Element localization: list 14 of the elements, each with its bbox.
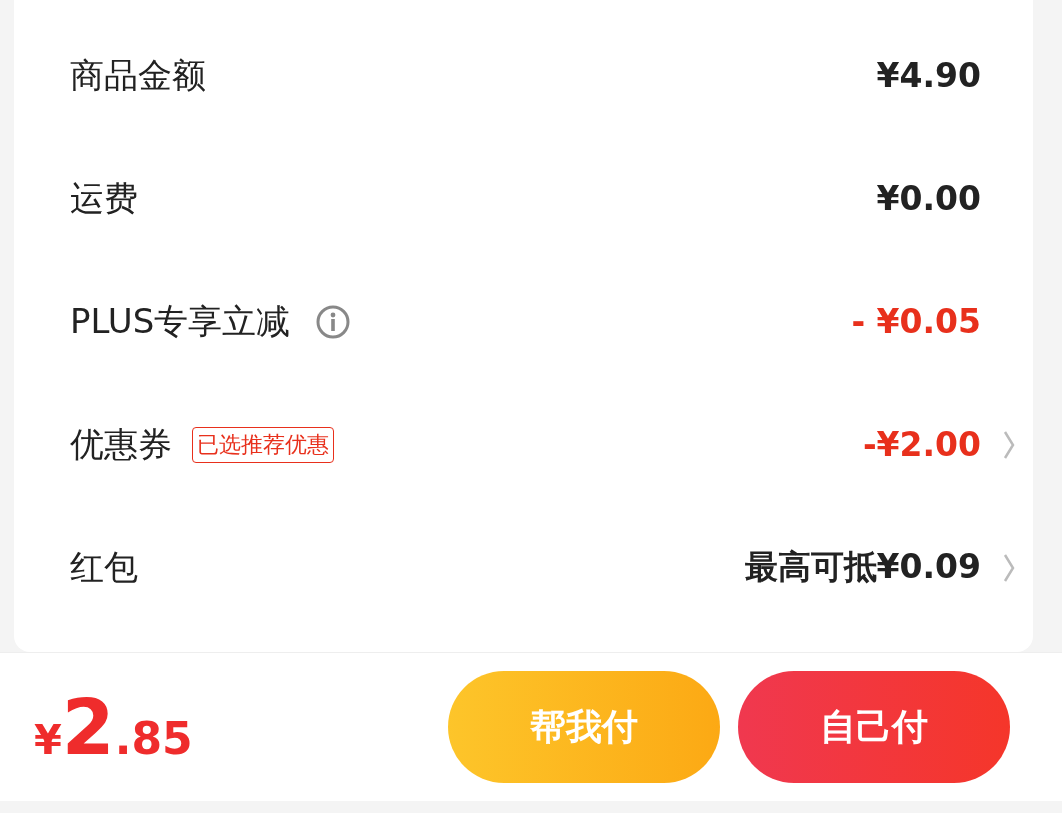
row-value: -¥2.00 (862, 425, 981, 464)
info-icon[interactable] (316, 304, 351, 339)
row-label: PLUS专享立减 (70, 299, 291, 343)
row-value: - ¥0.05 (851, 302, 981, 341)
coupon-tag: 已选推荐优惠 (192, 426, 334, 463)
row-label: 商品金额 (70, 53, 206, 97)
row-value: ¥4.90 (876, 56, 981, 95)
row-label: 红包 (70, 545, 138, 589)
pay-button[interactable]: 自己付 (738, 671, 1010, 783)
row-value: ¥0.00 (876, 179, 981, 218)
total-price: ¥2.85 (34, 682, 193, 772)
row-value: 最高可抵¥0.09 (744, 546, 981, 588)
row-label: 运费 (70, 176, 138, 220)
row-label: 优惠券 (70, 422, 172, 466)
